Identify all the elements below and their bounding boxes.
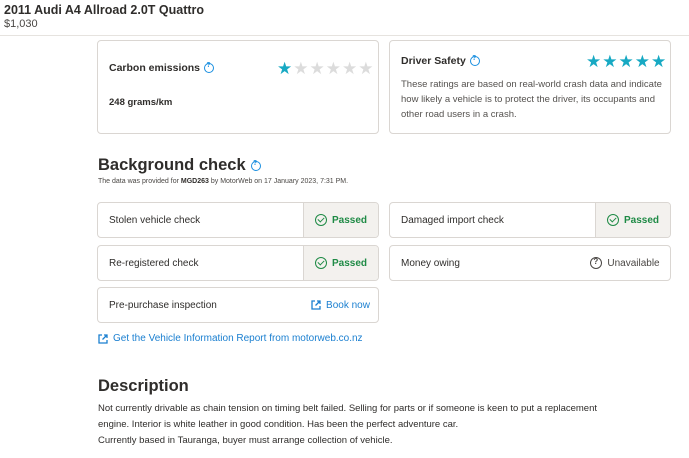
- info-icon[interactable]: [250, 160, 261, 171]
- money-owing-check: Money owing Unavailable: [389, 245, 671, 281]
- driver-safety-title: Driver Safety: [401, 55, 466, 67]
- star-filled-icon: ★: [602, 52, 618, 71]
- star-empty-icon: ★: [358, 59, 374, 78]
- info-icon[interactable]: [469, 55, 480, 66]
- check-label: Stolen vehicle check: [109, 214, 201, 226]
- check-circle-icon: [314, 214, 327, 226]
- star-filled-icon: ★: [618, 52, 634, 71]
- star-filled-icon: ★: [651, 52, 667, 71]
- check-status: Passed: [595, 203, 670, 237]
- description-line: engine. Interior is white leather in goo…: [98, 419, 459, 430]
- background-check-source: The data was provided for MGD263 by Moto…: [98, 178, 348, 185]
- source-suffix: by MotorWeb on 17 January 2023, 7:31 PM.: [208, 178, 349, 185]
- description-line: Not currently drivable as chain tension …: [98, 403, 598, 414]
- status-text: Unavailable: [607, 257, 660, 269]
- external-link-icon: [311, 300, 321, 310]
- check-status: Passed: [303, 203, 378, 237]
- check-label: Damaged import check: [401, 214, 504, 226]
- carbon-emissions-card: Carbon emissions ★★★★★★ 248 grams/km: [97, 40, 379, 134]
- description-body: Not currently drivable as chain tension …: [98, 401, 678, 449]
- book-now-label[interactable]: Book now: [326, 300, 370, 311]
- listing-title: 2011 Audi A4 Allroad 2.0T Quattro: [4, 3, 205, 17]
- damaged-import-check: Damaged import check Passed: [389, 202, 671, 238]
- star-filled-icon: ★: [586, 52, 602, 71]
- star-empty-icon: ★: [342, 59, 358, 78]
- book-now-link[interactable]: Book now: [303, 288, 378, 322]
- status-text: Passed: [623, 214, 660, 226]
- description-line: Currently based in Tauranga, buyer must …: [98, 435, 393, 446]
- check-circle-icon: [314, 257, 327, 269]
- vehicle-report-label[interactable]: Get the Vehicle Information Report from …: [113, 333, 363, 344]
- background-check-heading: Background check: [98, 156, 261, 175]
- carbon-emissions-title-row: Carbon emissions: [109, 62, 215, 74]
- description-title: Description: [98, 377, 189, 395]
- plate-number: MGD263: [180, 178, 209, 185]
- star-filled-icon: ★: [277, 59, 293, 78]
- carbon-emissions-value: 248 grams/km: [109, 97, 173, 108]
- star-empty-icon: ★: [325, 59, 341, 78]
- vehicle-report-link[interactable]: Get the Vehicle Information Report from …: [98, 333, 363, 344]
- star-filled-icon: ★: [634, 52, 650, 71]
- status-text: Passed: [331, 257, 368, 269]
- listing-price: $1,030: [4, 18, 38, 30]
- info-icon[interactable]: [204, 62, 215, 73]
- star-empty-icon: ★: [293, 59, 309, 78]
- check-status: Unavailable: [580, 246, 670, 280]
- re-registered-check: Re-registered check Passed: [97, 245, 379, 281]
- check-label: Pre-purchase inspection: [109, 299, 217, 311]
- pre-purchase-inspection: Pre-purchase inspection Book now: [97, 287, 379, 323]
- driver-safety-description: These ratings are based on real-world cr…: [401, 79, 662, 120]
- check-label: Re-registered check: [109, 257, 199, 269]
- status-text: Passed: [331, 214, 368, 226]
- driver-safety-card: Driver Safety ★★★★★ These ratings are ba…: [389, 40, 671, 134]
- listing-header: 2011 Audi A4 Allroad 2.0T Quattro $1,030: [0, 0, 689, 36]
- stolen-vehicle-check: Stolen vehicle check Passed: [97, 202, 379, 238]
- carbon-emissions-title: Carbon emissions: [109, 62, 201, 74]
- safety-star-rating: ★ ★ ★ ★ ★: [586, 53, 666, 70]
- driver-safety-title-row: Driver Safety: [401, 55, 480, 67]
- description-heading: Description: [98, 377, 189, 396]
- star-empty-icon: ★: [309, 59, 325, 78]
- check-circle-icon: [606, 214, 619, 226]
- background-check-title: Background check: [98, 156, 246, 174]
- source-prefix: The data was provided for: [98, 178, 181, 185]
- carbon-star-rating: ★ ★ ★ ★ ★ ★: [277, 60, 374, 77]
- question-circle-icon: [590, 257, 603, 269]
- external-link-icon: [98, 333, 108, 344]
- check-status: Passed: [303, 246, 378, 280]
- check-label: Money owing: [401, 257, 460, 269]
